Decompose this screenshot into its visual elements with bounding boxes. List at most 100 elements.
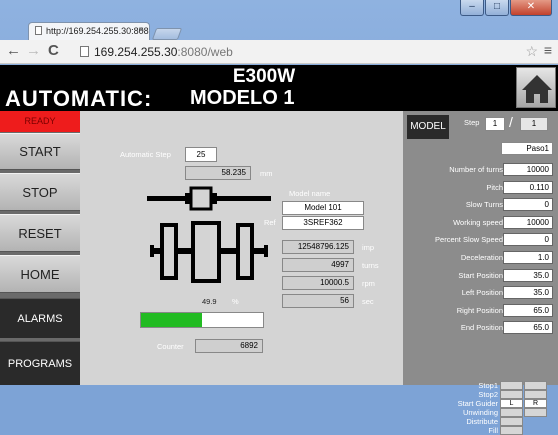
guider-shaft-graphic bbox=[147, 186, 271, 211]
param-label: Deceleration bbox=[460, 253, 503, 262]
signal-label: Unwinding bbox=[462, 408, 498, 417]
position-value: 58.235 bbox=[185, 166, 251, 180]
model-label: MODELO 1 bbox=[190, 87, 295, 109]
sec-value: 56 bbox=[282, 294, 354, 308]
step-separator: / bbox=[509, 114, 513, 130]
param-value[interactable]: 0.110 bbox=[503, 180, 553, 194]
stop-button[interactable]: STOP bbox=[0, 173, 80, 211]
signal-label: Fill bbox=[488, 426, 498, 435]
fill-indicator bbox=[500, 426, 523, 435]
param-label: Percent Slow Speed bbox=[435, 235, 503, 245]
signal-label: Stop1 bbox=[478, 381, 498, 390]
stop1-left-indicator bbox=[500, 381, 523, 390]
model-name-label: Model name bbox=[289, 189, 331, 198]
param-value[interactable]: 10000 bbox=[503, 163, 553, 176]
sec-unit: sec bbox=[362, 297, 374, 306]
param-value[interactable]: 10000 bbox=[503, 215, 553, 229]
param-label: Right Position bbox=[456, 305, 503, 315]
home-button[interactable] bbox=[516, 67, 556, 108]
step-name-value[interactable]: Paso1 bbox=[501, 142, 553, 155]
alarms-button[interactable]: ALARMS bbox=[0, 298, 80, 338]
param-value[interactable]: 35.0 bbox=[503, 286, 553, 300]
stop2-left-indicator bbox=[500, 390, 523, 399]
step-value[interactable]: 1 bbox=[485, 117, 505, 131]
rpm-value: 10000.5 bbox=[282, 276, 354, 290]
tab-title: http://169.254.255.30:808 bbox=[46, 26, 149, 36]
param-label: Left Position bbox=[461, 288, 503, 298]
distribute-indicator bbox=[500, 417, 523, 426]
hmi-screen: E300W AUTOMATIC: MODELO 1 READY START ST… bbox=[0, 65, 558, 435]
counter-label: Counter bbox=[157, 342, 184, 351]
page-icon bbox=[80, 46, 89, 57]
param-value[interactable]: 65.0 bbox=[503, 303, 553, 317]
model-parameters-panel: MODEL Step 1 / 1 Paso1 Number of turns 10… bbox=[403, 111, 558, 435]
signal-label: Distribute bbox=[466, 417, 498, 426]
turns-unit: turns bbox=[362, 261, 379, 270]
param-value[interactable]: 65.0 bbox=[503, 321, 553, 335]
automatic-step-value: 25 bbox=[185, 147, 217, 162]
address-host: 169.254.255.30 bbox=[94, 45, 178, 59]
counter-value: 6892 bbox=[195, 339, 263, 353]
house-icon bbox=[522, 75, 552, 103]
page-icon bbox=[35, 26, 42, 35]
reset-button[interactable]: RESET bbox=[0, 214, 80, 252]
status-indicator: READY bbox=[0, 111, 80, 132]
param-value[interactable]: 1.0 bbox=[503, 251, 553, 264]
mode-label: AUTOMATIC: bbox=[5, 86, 153, 111]
start-button[interactable]: START bbox=[0, 133, 80, 170]
unwinding-left-indicator bbox=[500, 408, 523, 417]
close-icon[interactable]: ✕ bbox=[510, 0, 552, 16]
browser-toolbar: ← → C 169.254.255.30:8080/web ☆ ≡ bbox=[0, 40, 558, 64]
step-label: Step bbox=[464, 118, 480, 127]
maximize-icon[interactable]: □ bbox=[485, 0, 509, 16]
param-value[interactable]: 0 bbox=[503, 198, 553, 212]
param-label: Pitch bbox=[486, 182, 503, 192]
unwinding-right-indicator bbox=[524, 408, 547, 417]
address-rest: :8080/web bbox=[177, 45, 233, 59]
bookmark-star-icon[interactable]: ☆ bbox=[525, 43, 538, 60]
turns-value: 4997 bbox=[282, 258, 354, 272]
reload-icon[interactable]: C bbox=[48, 43, 59, 59]
param-label: Slow Turns bbox=[465, 200, 503, 210]
guider-right-indicator: R bbox=[524, 399, 547, 408]
browser-window: – □ ✕ http://169.254.255.30:808 × ← → C … bbox=[0, 0, 558, 435]
forward-icon[interactable]: → bbox=[26, 43, 41, 59]
param-value[interactable]: 35.0 bbox=[503, 268, 553, 282]
left-command-column: READY START STOP RESET HOME ALARMS PROGR… bbox=[0, 111, 80, 385]
automatic-step-label: Automatic Step bbox=[120, 150, 171, 159]
stop2-right-indicator bbox=[524, 390, 547, 399]
programs-button[interactable]: PROGRAMS bbox=[0, 341, 80, 385]
back-icon[interactable]: ← bbox=[6, 43, 21, 59]
param-label: Start Position bbox=[458, 270, 503, 280]
menu-icon[interactable]: ≡ bbox=[544, 42, 552, 58]
imp-unit: imp bbox=[362, 243, 375, 252]
browser-tab[interactable]: http://169.254.255.30:808 × bbox=[28, 22, 150, 40]
progress-bar bbox=[140, 312, 264, 328]
spindle-graphic bbox=[150, 221, 268, 283]
progress-percent-value: 49.9 bbox=[202, 297, 217, 306]
home-command-button[interactable]: HOME bbox=[0, 255, 80, 293]
address-bar[interactable]: 169.254.255.30:8080/web bbox=[76, 43, 526, 61]
imp-value: 12548796.125 bbox=[282, 240, 354, 254]
ref-value: 3SREF362 bbox=[282, 216, 364, 230]
progress-bar-fill bbox=[141, 313, 202, 327]
window-controls: – □ ✕ bbox=[460, 0, 552, 16]
model-button[interactable]: MODEL bbox=[407, 115, 449, 139]
signal-label: Stop2 bbox=[478, 390, 498, 399]
stop1-right-indicator bbox=[524, 381, 547, 390]
param-label: Working speed bbox=[453, 217, 503, 227]
progress-percent-unit: % bbox=[232, 297, 239, 306]
param-value[interactable]: 0 bbox=[503, 233, 553, 247]
signal-label: Start Guider bbox=[457, 399, 498, 408]
minimize-icon[interactable]: – bbox=[460, 0, 484, 16]
position-unit: mm bbox=[260, 169, 273, 178]
rpm-unit: rpm bbox=[362, 279, 375, 288]
model-code: E300W bbox=[232, 66, 296, 87]
step-total: 1 bbox=[520, 117, 548, 131]
new-tab-button[interactable] bbox=[151, 28, 183, 40]
guider-left-indicator: L bbox=[500, 399, 523, 408]
tab-close-icon[interactable]: × bbox=[138, 25, 144, 36]
param-label: End Position bbox=[460, 323, 503, 333]
title-banner: E300W AUTOMATIC: MODELO 1 bbox=[0, 65, 558, 111]
param-label: Number of turns bbox=[449, 165, 503, 174]
